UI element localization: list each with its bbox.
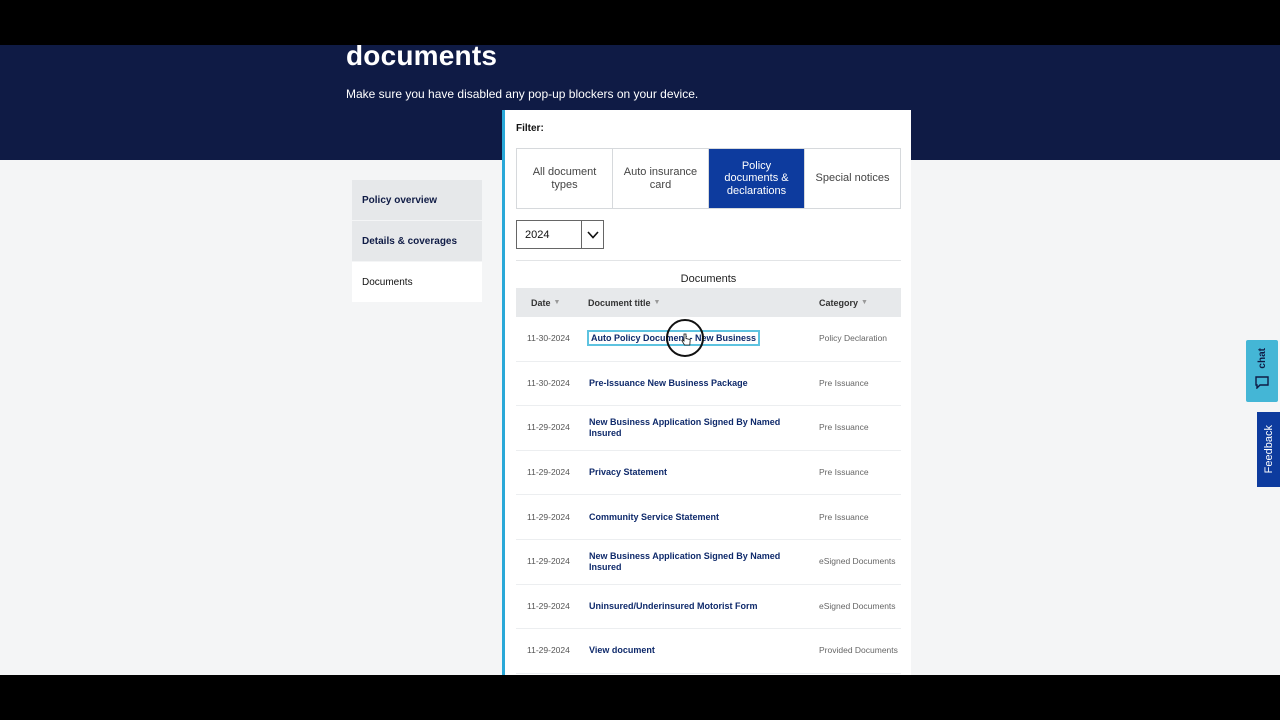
document-date: 11-29-2024 bbox=[527, 600, 570, 611]
page-viewport: documents Make sure you have disabled an… bbox=[0, 45, 1280, 675]
document-title: New Business Application Signed By Named… bbox=[589, 416, 781, 438]
document-date: 11-30-2024 bbox=[527, 377, 570, 388]
document-link[interactable]: Uninsured/Underinsured Motorist Form bbox=[588, 601, 813, 612]
table-row: 11-29-2024 New Business Application Sign… bbox=[516, 406, 901, 451]
document-date: 11-29-2024 bbox=[527, 422, 570, 433]
sort-by-category[interactable]: Category ▼ bbox=[813, 298, 901, 308]
year-select-value: 2024 bbox=[525, 228, 550, 241]
filter-label: Filter: bbox=[516, 123, 544, 134]
table-row: 11-29-2024 Privacy Statement Pre Issuanc… bbox=[516, 451, 901, 496]
document-date: 11-29-2024 bbox=[527, 467, 570, 478]
document-date: 11-29-2024 bbox=[527, 511, 570, 522]
nav-item-details-coverages[interactable]: Details & coverages bbox=[352, 221, 482, 261]
sort-arrow-icon: ▼ bbox=[653, 299, 661, 306]
documents-heading: Documents bbox=[680, 273, 737, 285]
tab-label: Special notices bbox=[815, 172, 890, 185]
chat-label: chat bbox=[1256, 347, 1268, 369]
document-category: Pre Issuance bbox=[819, 377, 869, 388]
document-type-tabs: All document types Auto insurance card P… bbox=[516, 148, 901, 209]
table-row: 11-30-2024 Auto Policy Document - New Bu… bbox=[516, 317, 901, 362]
column-header-category: Category bbox=[819, 297, 859, 308]
divider bbox=[516, 260, 901, 261]
document-title: New Business Application Signed By Named… bbox=[589, 550, 781, 572]
chat-bubble-icon bbox=[1255, 376, 1269, 394]
table-row: 11-30-2024 Pre-Issuance New Business Pac… bbox=[516, 362, 901, 407]
nav-item-label: Policy overview bbox=[362, 194, 438, 206]
tab-policy-documents-declarations[interactable]: Policy documents & declarations bbox=[709, 149, 805, 208]
document-link[interactable]: New Business Application Signed By Named… bbox=[588, 551, 813, 573]
tab-label: Policy documents & declarations bbox=[724, 159, 789, 197]
document-link[interactable]: Privacy Statement bbox=[588, 467, 813, 478]
table-row: 11-29-2024 Community Service Statement P… bbox=[516, 495, 901, 540]
document-link[interactable]: Community Service Statement bbox=[588, 512, 813, 523]
page-title: documents bbox=[346, 45, 498, 71]
tab-all-document-types[interactable]: All document types bbox=[517, 149, 613, 208]
document-category: Pre Issuance bbox=[819, 467, 869, 478]
document-title: View document bbox=[589, 645, 655, 656]
document-title: Community Service Statement bbox=[589, 511, 720, 522]
documents-panel: Filter: All document types Auto insuranc… bbox=[502, 110, 911, 675]
document-link[interactable]: New Business Application Signed By Named… bbox=[588, 417, 813, 439]
table-row: 11-29-2024 New Business Application Sign… bbox=[516, 540, 901, 585]
nav-item-documents[interactable]: Documents bbox=[352, 262, 482, 302]
popup-blocker-notice: Make sure you have disabled any pop-up b… bbox=[346, 87, 699, 101]
policy-side-nav: Policy overview Details & coverages Docu… bbox=[352, 180, 482, 303]
document-date: 11-29-2024 bbox=[527, 645, 570, 656]
document-link[interactable]: Pre-Issuance New Business Package bbox=[588, 378, 813, 389]
document-title: Uninsured/Underinsured Motorist Form bbox=[589, 600, 758, 611]
tab-label: Auto insurance card bbox=[623, 166, 698, 191]
sort-by-title[interactable]: Document title ▼ bbox=[588, 298, 813, 308]
sort-arrow-icon: ▼ bbox=[553, 299, 561, 306]
nav-item-label: Details & coverages bbox=[362, 235, 458, 247]
year-select[interactable]: 2024 bbox=[516, 220, 604, 249]
table-row: 11-29-2024 Uninsured/Underinsured Motori… bbox=[516, 585, 901, 630]
sort-arrow-icon: ▼ bbox=[861, 299, 868, 306]
tab-label: All document types bbox=[532, 166, 597, 191]
feedback-button[interactable]: Feedback bbox=[1257, 412, 1280, 487]
document-category: Provided Documents bbox=[819, 645, 898, 656]
document-category: Policy Declaration bbox=[819, 333, 888, 344]
document-link[interactable]: View document bbox=[588, 645, 813, 656]
documents-table: Date ▼ Document title ▼ Category ▼ 11-30-20… bbox=[516, 288, 901, 674]
nav-item-label: Documents bbox=[362, 276, 413, 288]
feedback-label: Feedback bbox=[1262, 425, 1275, 474]
tab-auto-insurance-card[interactable]: Auto insurance card bbox=[613, 149, 709, 208]
document-category: eSigned Documents bbox=[819, 556, 896, 567]
document-title: Privacy Statement bbox=[589, 467, 668, 478]
table-header: Date ▼ Document title ▼ Category ▼ bbox=[516, 288, 901, 317]
column-header-date: Date bbox=[531, 297, 551, 308]
document-date: 11-29-2024 bbox=[527, 556, 570, 567]
document-title: Auto Policy Document - New Business bbox=[586, 330, 761, 347]
document-category: Pre Issuance bbox=[819, 422, 869, 433]
document-link[interactable]: Auto Policy Document - New Business bbox=[586, 330, 813, 347]
tab-special-notices[interactable]: Special notices bbox=[805, 149, 900, 208]
nav-item-policy-overview[interactable]: Policy overview bbox=[352, 180, 482, 220]
document-category: eSigned Documents bbox=[819, 600, 896, 611]
column-header-title: Document title bbox=[588, 297, 651, 308]
document-title: Pre-Issuance New Business Package bbox=[589, 377, 748, 388]
chevron-down-icon bbox=[581, 221, 603, 248]
document-category: Pre Issuance bbox=[819, 511, 869, 522]
sort-by-date[interactable]: Date ▼ bbox=[516, 298, 588, 308]
document-date: 11-30-2024 bbox=[527, 333, 570, 344]
chat-button[interactable]: chat bbox=[1246, 340, 1278, 402]
table-row: 11-29-2024 View document Provided Docume… bbox=[516, 629, 901, 674]
